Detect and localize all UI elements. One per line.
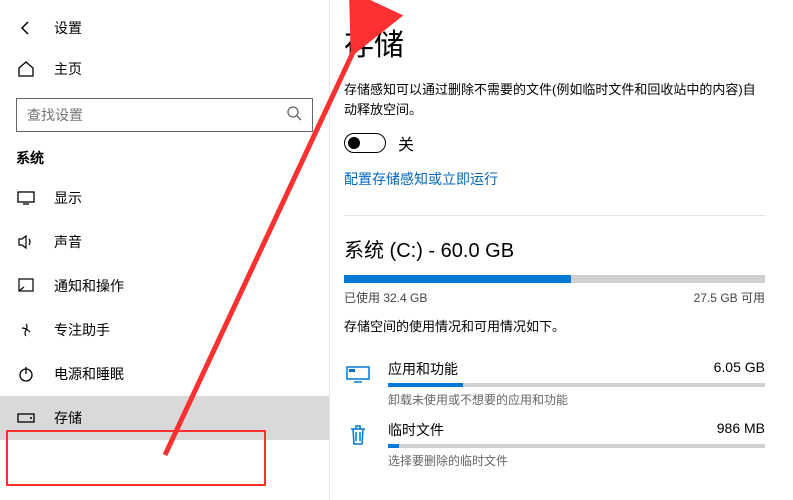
- search-input[interactable]: [27, 107, 286, 123]
- category-sub: 卸载未使用或不想要的应用和功能: [388, 391, 765, 408]
- free-label: 27.5 GB 可用: [694, 289, 765, 306]
- breakdown-description: 存储空间的使用情况和可用情况如下。: [344, 316, 765, 335]
- divider: [344, 215, 765, 216]
- category-name: 应用和功能: [388, 359, 458, 379]
- home-label: 主页: [54, 59, 82, 79]
- home-button[interactable]: 主页: [0, 48, 329, 90]
- storage-icon: [16, 408, 36, 428]
- category-name: 临时文件: [388, 420, 444, 440]
- sidebar-item-sound[interactable]: 声音: [0, 220, 329, 264]
- drive-title: 系统 (C:) - 60.0 GB: [344, 234, 765, 263]
- back-arrow-icon: [16, 18, 36, 38]
- sidebar-item-notifications[interactable]: 通知和操作: [0, 264, 329, 308]
- toggle-label: 关: [398, 131, 414, 155]
- sidebar-item-power[interactable]: 电源和睡眠: [0, 352, 329, 396]
- sidebar-item-label: 电源和睡眠: [54, 364, 124, 384]
- category-size: 6.05 GB: [714, 359, 765, 379]
- sidebar-item-display[interactable]: 显示: [0, 176, 329, 220]
- section-header: 系统: [0, 144, 329, 176]
- sidebar-item-label: 存储: [54, 408, 82, 428]
- drive-usage-bar: [344, 275, 765, 283]
- used-label: 已使用 32.4 GB: [344, 289, 427, 306]
- category-apps[interactable]: 应用和功能 6.05 GB 卸载未使用或不想要的应用和功能: [344, 353, 765, 414]
- storage-sense-description: 存储感知可以通过删除不需要的文件(例如临时文件和回收站中的内容)自动释放空间。: [344, 80, 765, 119]
- page-title: 存储: [344, 20, 765, 64]
- sidebar-item-label: 声音: [54, 232, 82, 252]
- configure-link[interactable]: 配置存储感知或立即运行: [344, 169, 765, 189]
- sidebar-item-label: 专注助手: [54, 320, 110, 340]
- category-sub: 选择要删除的临时文件: [388, 452, 765, 469]
- sidebar-item-label: 通知和操作: [54, 276, 124, 296]
- sidebar-item-storage[interactable]: 存储: [0, 396, 329, 440]
- sound-icon: [16, 232, 36, 252]
- sidebar-item-label: 显示: [54, 188, 82, 208]
- window-title: 设置: [54, 18, 82, 38]
- storage-sense-toggle[interactable]: [344, 133, 386, 153]
- focus-icon: [16, 320, 36, 340]
- notifications-icon: [16, 276, 36, 296]
- home-icon: [16, 59, 36, 79]
- category-temp[interactable]: 临时文件 986 MB 选择要删除的临时文件: [344, 414, 765, 475]
- apps-icon: [344, 359, 372, 387]
- trash-icon: [344, 420, 372, 448]
- search-box[interactable]: [16, 98, 313, 132]
- search-icon: [286, 105, 302, 126]
- power-icon: [16, 364, 36, 384]
- sidebar-item-focus[interactable]: 专注助手: [0, 308, 329, 352]
- display-icon: [16, 188, 36, 208]
- category-size: 986 MB: [717, 420, 765, 440]
- back-button[interactable]: 设置: [0, 8, 329, 48]
